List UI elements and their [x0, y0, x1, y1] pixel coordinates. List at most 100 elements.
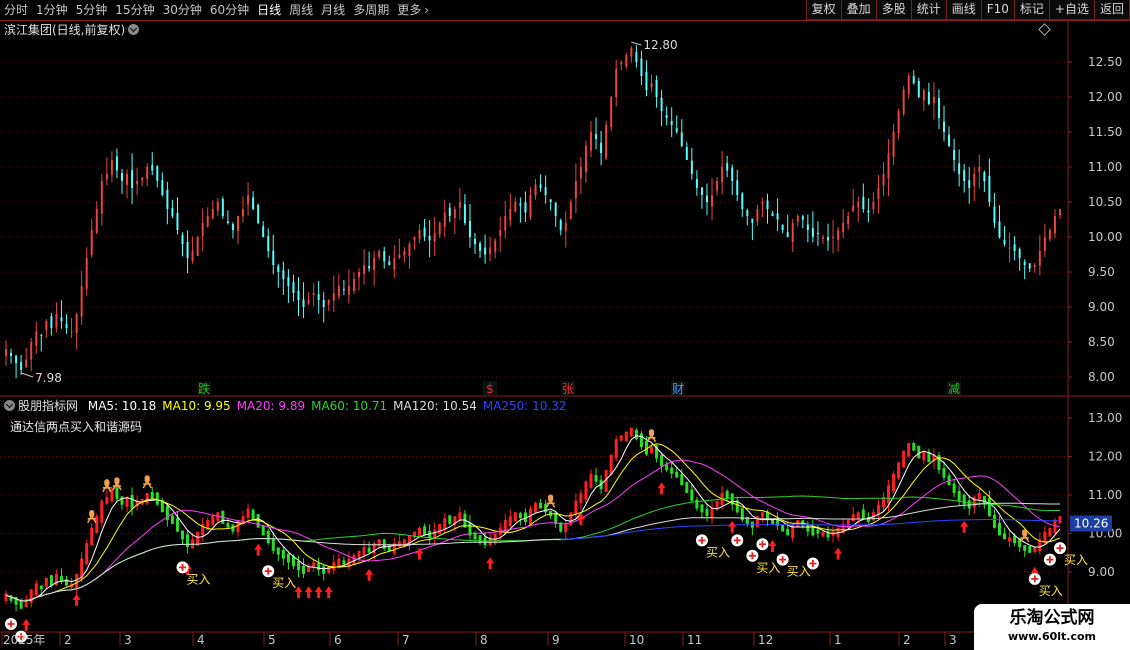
ind-candle-body [564, 523, 568, 532]
candle-body [151, 165, 154, 171]
buy-label: 买入 [706, 545, 730, 559]
candle-body [605, 125, 608, 159]
candle-body [156, 165, 159, 181]
ind-candle-body [317, 563, 321, 571]
ind-candle-body [342, 560, 346, 565]
indicator-y-tick: 13.00 [1088, 411, 1122, 425]
chevron-down-icon[interactable] [4, 400, 15, 411]
candle-body [700, 187, 703, 195]
ind-candle-body [357, 550, 361, 558]
ind-candle-body [624, 431, 628, 442]
buy-arrow-icon [486, 557, 495, 570]
candle-body [973, 174, 976, 186]
watermark-logo: 乐淘公式网 www.60lt.com [974, 604, 1130, 650]
candle-body [100, 181, 103, 214]
candle-body [776, 213, 779, 220]
candle-body [761, 202, 764, 205]
ind-candle-body [443, 518, 447, 530]
indicator-title: 股朋指标网 [18, 399, 79, 413]
ind-candle-body [781, 524, 785, 532]
candle-body [1033, 265, 1036, 268]
ind-candle-body [302, 565, 306, 574]
candle-body [509, 209, 512, 221]
candle-body [50, 316, 53, 328]
chevron-down-icon[interactable] [128, 24, 140, 35]
stock-title: 滨江集团(日线,前复权) [4, 23, 126, 37]
ind-candle-body [362, 546, 366, 556]
candle-body [307, 300, 310, 304]
ind-candle-body [382, 539, 386, 549]
candle-body [595, 134, 598, 139]
ind-candle-body [816, 529, 820, 534]
buy-label: 买入 [272, 576, 296, 590]
candle-body [645, 71, 648, 90]
candle-body [388, 261, 391, 265]
candle-body [363, 265, 366, 275]
candle-body [342, 289, 345, 291]
candle-body [247, 195, 250, 205]
event-marker: 跌 [198, 381, 210, 396]
candle-body [75, 314, 78, 334]
watermark-url: www.60lt.com [1007, 630, 1097, 643]
ind-candle-body [145, 493, 149, 504]
candle-body [746, 210, 749, 216]
candle-body [191, 251, 194, 261]
candle-body [282, 270, 285, 279]
candle-body [40, 334, 43, 336]
ind-candle-body [39, 585, 43, 590]
candle-body [882, 174, 885, 186]
ind-candle-body [660, 454, 664, 467]
ind-candle-body [675, 471, 679, 478]
candle-body [499, 230, 502, 237]
x-tick-label: 12 [758, 633, 773, 647]
candle-body [413, 237, 416, 241]
ma-line-60 [5, 495, 1060, 602]
buy-arrow-icon [324, 586, 333, 599]
candle-body [494, 240, 497, 252]
candle-body [958, 163, 961, 174]
kline-chart[interactable]: 12.50 12.00 11.50 11.00 10.50 10.00 9.50 9.00 8.… [0, 0, 1130, 650]
ind-candle-body [1043, 531, 1047, 544]
candle-body [1028, 263, 1031, 269]
candle-body [816, 232, 819, 234]
candle-body [443, 212, 446, 227]
buy-arrow-icon [834, 547, 843, 560]
candle-body [514, 202, 517, 212]
ind-candle-body [569, 512, 573, 526]
buy-arrow-icon [657, 482, 666, 495]
candle-body [524, 202, 527, 213]
indicator-y-tick: 11.00 [1088, 488, 1122, 502]
ind-candle-body [508, 516, 512, 527]
ind-candle-body [725, 490, 729, 499]
ind-candle-body [19, 600, 23, 609]
candle-body [998, 221, 1001, 237]
buy-arrow-icon [728, 520, 737, 533]
ind-candle-body [680, 474, 684, 486]
ind-candle-body [367, 547, 371, 553]
x-tick-label: 1 [834, 633, 842, 647]
x-tick-label: 11 [687, 633, 702, 647]
candle-body [45, 321, 48, 331]
ma-line-10 [5, 443, 1061, 602]
ind-candle-body [90, 527, 94, 546]
candle-body [872, 202, 875, 210]
candle-body [862, 196, 865, 209]
candle-body [408, 244, 411, 256]
ma-line-120 [5, 502, 1060, 602]
candle-body [297, 290, 300, 300]
main-y-tick: 11.00 [1088, 160, 1122, 174]
candle-body [30, 342, 33, 360]
candle-body [912, 76, 915, 83]
candle-body [428, 235, 431, 241]
candle-body [670, 120, 673, 125]
candle-body [1018, 249, 1021, 258]
candle-body [171, 208, 174, 216]
candle-body [650, 83, 653, 88]
ind-candle-body [892, 473, 896, 492]
ind-candle-body [75, 573, 79, 589]
candle-body [892, 132, 895, 158]
candle-body [231, 224, 234, 230]
ind-candle-body [634, 429, 638, 440]
candle-body [569, 202, 572, 220]
buy-arrow-icon [365, 568, 374, 581]
